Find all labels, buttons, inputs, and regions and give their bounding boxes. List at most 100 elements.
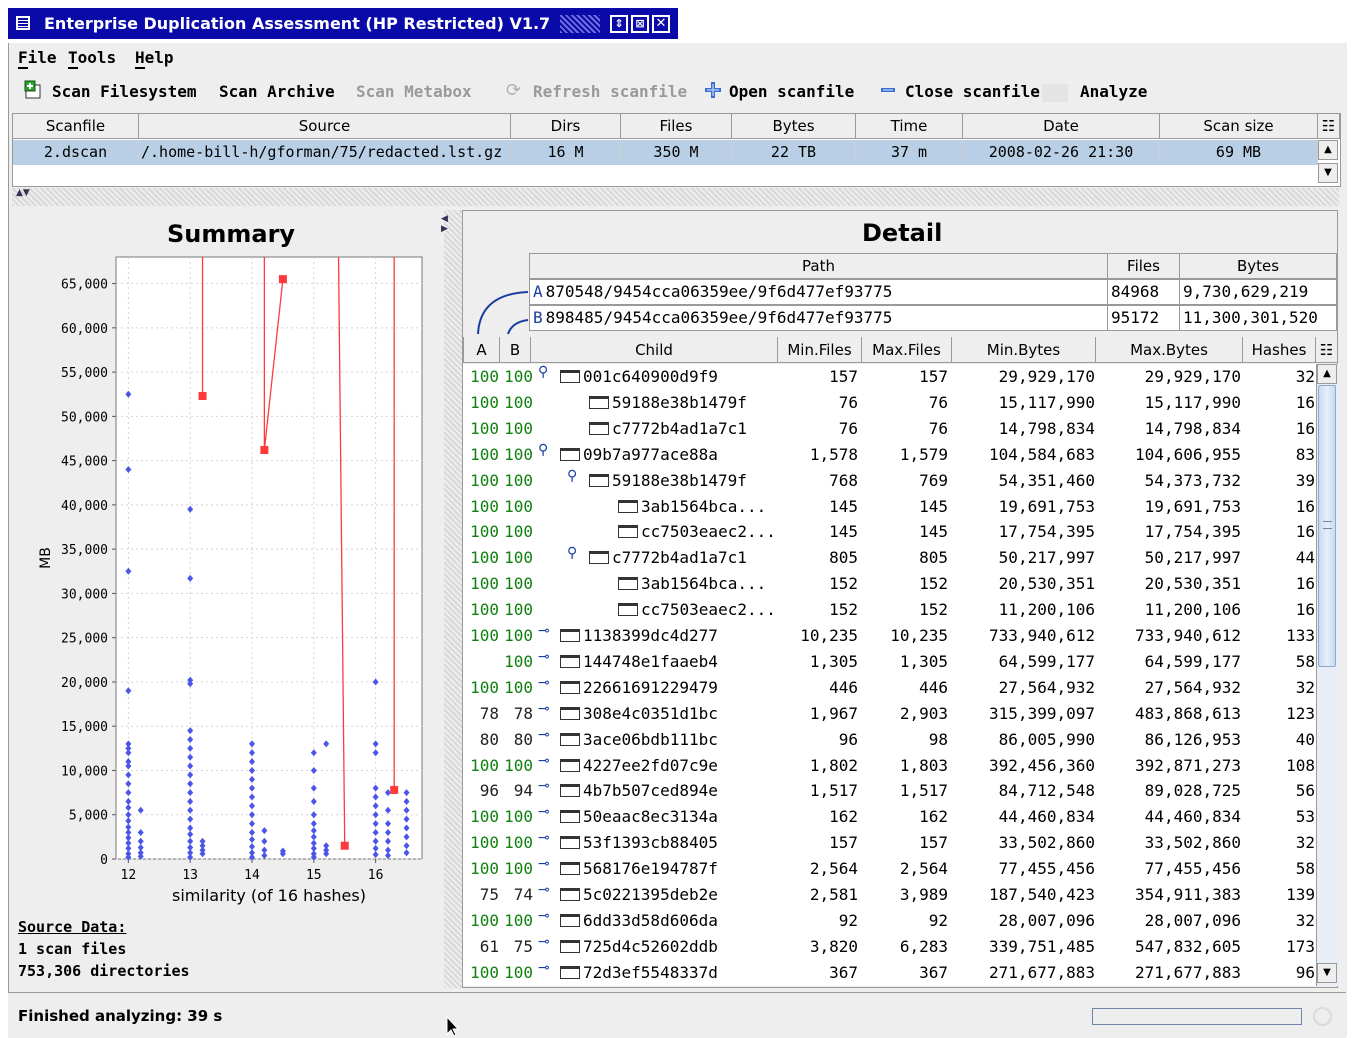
refresh-scanfile-button[interactable]: Refresh scanfile	[533, 82, 687, 101]
child-name[interactable]: 3ab1564bca...	[618, 571, 766, 597]
maximize-icon[interactable]: ⊠	[631, 15, 649, 33]
table-row[interactable]: 100 100 ⚲ 59188e38b1479f 768 769 54,351,460 54,…	[463, 468, 1316, 494]
table-row[interactable]: 80 80 ⊸ 3ace06bdb111bc 96 98 86,005,990 86,126,…	[463, 727, 1316, 753]
expand-key-icon[interactable]: ⚲	[567, 545, 577, 561]
scan-table-cell[interactable]: 350 M	[621, 140, 732, 165]
scan-table-cell[interactable]: 2008-02-26 21:30	[963, 140, 1160, 165]
collapsed-key-icon[interactable]: ⊸	[538, 753, 550, 769]
collapsed-key-icon[interactable]: ⊸	[538, 882, 550, 898]
window-menu-icon[interactable]	[16, 16, 30, 30]
scan-table-cell[interactable]: 22 TB	[732, 140, 856, 165]
child-name[interactable]: 001c640900d9f9	[560, 364, 718, 390]
child-header-min-bytes[interactable]: Min.Bytes	[952, 337, 1096, 363]
collapsed-key-icon[interactable]: ⊸	[538, 804, 550, 820]
table-row[interactable]: 100 100 3ab1564bca... 152 152 20,530,351 20,53…	[463, 571, 1316, 597]
path-row-a[interactable]: A 870548/9454cca06359ee/9f6d477ef93775	[529, 279, 1108, 305]
close-scanfile-button[interactable]: Close scanfile	[905, 82, 1040, 101]
child-name[interactable]: cc7503eaec2...	[618, 597, 776, 623]
scan-table-header[interactable]: Dirs	[511, 114, 621, 139]
path-header[interactable]: Path	[529, 253, 1108, 279]
child-name[interactable]: 144748e1faaeb4	[560, 649, 718, 675]
table-row[interactable]: 100 100 ⊸ 1138399dc4d277 10,235 10,235 733,940…	[463, 623, 1316, 649]
collapsed-key-icon[interactable]: ⊸	[538, 960, 550, 976]
path-files-header[interactable]: Files	[1107, 253, 1180, 279]
child-name[interactable]: 1138399dc4d277	[560, 623, 718, 649]
collapsed-key-icon[interactable]: ⊸	[538, 727, 550, 743]
scan-table-cell[interactable]: 16 M	[511, 140, 621, 165]
table-row[interactable]: 78 78 ⊸ 308e4c0351d1bc 1,967 2,903 315,399,097…	[463, 701, 1316, 727]
open-scanfile-button[interactable]: Open scanfile	[729, 82, 854, 101]
child-name[interactable]: 308e4c0351d1bc	[560, 701, 718, 727]
child-scroll-thumb[interactable]	[1318, 385, 1336, 667]
table-row[interactable]: 100 100 ⚲ 001c640900d9f9 157 157 29,929,170 29,…	[463, 364, 1316, 390]
child-header-child[interactable]: Child	[531, 337, 778, 363]
child-scroll-down-button[interactable]: ▼	[1317, 963, 1337, 983]
table-row[interactable]: 100 100 3ab1564bca... 145 145 19,691,753 19,69…	[463, 494, 1316, 520]
child-name[interactable]: c7772b4ad1a7c1	[589, 545, 747, 571]
collapsed-key-icon[interactable]: ⊸	[538, 649, 550, 665]
table-row[interactable]: 100 100 ⚲ 09b7a977ace88a 1,578 1,579 104,584,6…	[463, 442, 1316, 468]
child-header-hashes[interactable]: Hashes	[1243, 337, 1316, 363]
collapsed-key-icon[interactable]: ⊸	[538, 701, 550, 717]
scan-table-cell[interactable]: 2.dscan	[13, 140, 139, 165]
child-name[interactable]: 725d4c52602ddb	[560, 934, 718, 960]
table-row[interactable]: 100 100 ⊸ 72d3ef5548337d 367 367 271,677,883 27…	[463, 960, 1316, 986]
child-header-max-bytes[interactable]: Max.Bytes	[1096, 337, 1243, 363]
table-row[interactable]: 96 94 ⊸ 4b7b507ced894e 1,517 1,517 84,712,548 8…	[463, 778, 1316, 804]
child-name[interactable]: c7772b4ad1a7c1	[589, 416, 747, 442]
collapsed-key-icon[interactable]: ⊸	[538, 830, 550, 846]
expand-key-icon[interactable]: ⚲	[567, 468, 577, 484]
child-name[interactable]: 3ab1564bca...	[618, 494, 766, 520]
child-header-min-files[interactable]: Min.Files	[778, 337, 862, 363]
close-icon[interactable]: ✕	[652, 15, 670, 33]
horizontal-splitter[interactable]: ▲▼	[12, 188, 1339, 206]
collapsed-key-icon[interactable]: ⊸	[538, 623, 550, 639]
scan-table-cell[interactable]: 69 MB	[1160, 140, 1318, 165]
child-name[interactable]: 53f1393cb88405	[560, 830, 718, 856]
collapsed-key-icon[interactable]: ⊸	[538, 856, 550, 872]
child-name[interactable]: 50eaac8ec3134a	[560, 804, 718, 830]
menu-file[interactable]: File	[18, 48, 57, 67]
collapsed-key-icon[interactable]: ⊸	[538, 778, 550, 794]
child-header-a[interactable]: A	[463, 337, 500, 363]
menu-tools[interactable]: Tools	[68, 48, 116, 67]
scan-table-cell[interactable]: /.home-bill-h/gforman/75/redacted.lst.gz	[139, 140, 511, 165]
child-scroll-up-button[interactable]: ▲	[1317, 364, 1337, 384]
analyze-button[interactable]: Analyze	[1080, 82, 1147, 101]
scan-table-cell[interactable]: 37 m	[856, 140, 963, 165]
table-row[interactable]: 100 100 c7772b4ad1a7c1 76 76 14,798,834 14,798…	[463, 416, 1316, 442]
table-row[interactable]: 100 100 ⊸ 22661691229479 446 446 27,564,932 27,…	[463, 675, 1316, 701]
child-name[interactable]: cc7503eaec2...	[618, 519, 776, 545]
menu-help[interactable]: Help	[135, 48, 174, 67]
splitter-arrows-icon[interactable]: ▲▼	[16, 188, 30, 198]
table-row[interactable]: 75 74 ⊸ 5c0221395deb2e 2,581 3,989 187,540,423…	[463, 882, 1316, 908]
child-header-max-files[interactable]: Max.Files	[862, 337, 952, 363]
child-name[interactable]: 568176e194787f	[560, 856, 718, 882]
scan-table-header[interactable]: Time	[856, 114, 963, 139]
collapsed-key-icon[interactable]: ⊸	[538, 934, 550, 950]
child-name[interactable]: 6dd33d58d606da	[560, 908, 718, 934]
child-name[interactable]: 09b7a977ace88a	[560, 442, 718, 468]
splitter-collapse-icon[interactable]: ◀ ▶	[441, 214, 448, 234]
table-row[interactable]: 100 100 cc7503eaec2... 145 145 17,754,395 17,7…	[463, 519, 1316, 545]
vertical-splitter[interactable]: ◀ ▶	[441, 210, 462, 988]
child-name[interactable]: 59188e38b1479f	[589, 468, 747, 494]
child-name[interactable]: 3ace06bdb111bc	[560, 727, 718, 753]
child-header-b[interactable]: B	[500, 337, 531, 363]
child-name[interactable]: 72d3ef5548337d	[560, 960, 718, 986]
expand-key-icon[interactable]: ⚲	[538, 442, 548, 458]
collapsed-key-icon[interactable]: ⊸	[538, 908, 550, 924]
scan-table-header[interactable]: Scan size	[1160, 114, 1318, 139]
child-column-chooser-icon[interactable]: ☷	[1316, 337, 1338, 363]
child-name[interactable]: 4b7b507ced894e	[560, 778, 718, 804]
scan-table-header[interactable]: Files	[621, 114, 732, 139]
table-row[interactable]: 100 100 ⚲ c7772b4ad1a7c1 805 805 50,217,997 50,…	[463, 545, 1316, 571]
child-name[interactable]: 5c0221395deb2e	[560, 882, 718, 908]
scan-table-header[interactable]: Bytes	[732, 114, 856, 139]
path-bytes-header[interactable]: Bytes	[1179, 253, 1337, 279]
scan-filesystem-button[interactable]: Scan Filesystem	[52, 82, 197, 101]
scroll-down-button[interactable]: ▼	[1318, 163, 1338, 183]
table-row[interactable]: 100 100 ⊸ 50eaac8ec3134a 162 162 44,460,834 44,…	[463, 804, 1316, 830]
table-row[interactable]: 100 100 ⊸ 53f1393cb88405 157 157 33,502,860 33,…	[463, 830, 1316, 856]
child-name[interactable]: 59188e38b1479f	[589, 390, 747, 416]
